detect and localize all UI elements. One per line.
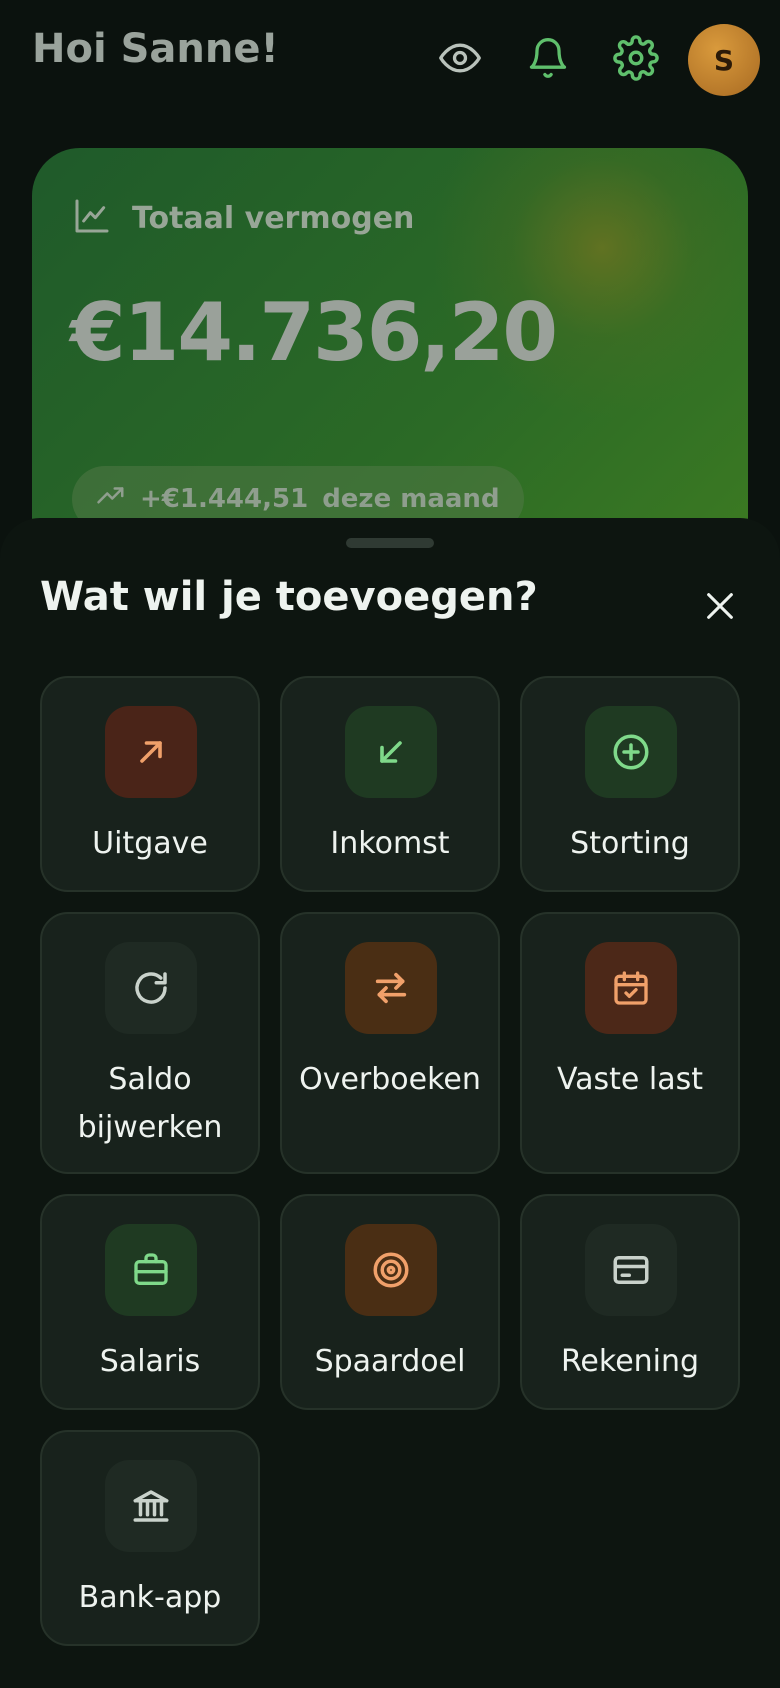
tile-uitgave[interactable]: Uitgave xyxy=(40,676,260,892)
briefcase-icon xyxy=(105,1224,197,1316)
tile-overboeken[interactable]: Overboeken xyxy=(280,912,500,1174)
sheet-handle[interactable] xyxy=(346,538,434,548)
tile-vaste-last[interactable]: Vaste last xyxy=(520,912,740,1174)
bank-icon xyxy=(105,1460,197,1552)
month-change-suffix: deze maand xyxy=(322,484,500,514)
screen: Hoi Sanne! S Totaal vermogen €14.736,20 … xyxy=(0,0,780,1688)
refresh-icon xyxy=(105,942,197,1034)
card-label: Totaal vermogen xyxy=(132,200,415,236)
card-icon xyxy=(585,1224,677,1316)
chart-line-icon xyxy=(72,196,112,240)
tile-label: Saldo bijwerken xyxy=(77,1062,223,1145)
tile-storting[interactable]: Storting xyxy=(520,676,740,892)
greeting: Hoi Sanne! xyxy=(32,26,279,72)
tile-label: Inkomst xyxy=(330,826,450,861)
close-icon xyxy=(703,589,737,627)
month-change-value: +€1.444,51 xyxy=(140,484,309,514)
calendar-check-icon xyxy=(585,942,677,1034)
tile-label: Uitgave xyxy=(92,826,208,861)
card-label-row: Totaal vermogen xyxy=(72,196,414,240)
tile-saldo-bijwerken[interactable]: Saldo bijwerken xyxy=(40,912,260,1174)
bell-icon[interactable] xyxy=(516,26,580,90)
sheet-title: Wat wil je toevoegen? xyxy=(40,574,538,620)
total-amount: €14.736,20 xyxy=(70,286,558,379)
tile-spaardoel[interactable]: Spaardoel xyxy=(280,1194,500,1410)
eye-icon[interactable] xyxy=(428,26,492,90)
header: Hoi Sanne! S xyxy=(0,0,780,130)
tile-label: Rekening xyxy=(560,1344,700,1379)
target-icon xyxy=(345,1224,437,1316)
trend-up-icon xyxy=(96,481,126,518)
avatar[interactable]: S xyxy=(688,24,760,96)
tile-salaris[interactable]: Salaris xyxy=(40,1194,260,1410)
wealth-card[interactable]: Totaal vermogen €14.736,20 +€1.444,51 de… xyxy=(32,148,748,568)
gear-icon[interactable] xyxy=(604,26,668,90)
tile-rekening[interactable]: Rekening xyxy=(520,1194,740,1410)
arrow-down-left-icon xyxy=(345,706,437,798)
tile-label: Salaris xyxy=(99,1344,201,1379)
close-button[interactable] xyxy=(694,582,746,634)
tile-label: Storting xyxy=(570,826,690,861)
add-sheet: Wat wil je toevoegen? Uitgave Inkomst St… xyxy=(0,518,780,1688)
tile-label: Spaardoel xyxy=(314,1344,466,1379)
tile-bank-app[interactable]: Bank-app xyxy=(40,1430,260,1646)
arrow-up-right-icon xyxy=(105,706,197,798)
transfer-icon xyxy=(345,942,437,1034)
tile-inkomst[interactable]: Inkomst xyxy=(280,676,500,892)
tile-label: Overboeken xyxy=(299,1062,481,1097)
tile-label: Bank-app xyxy=(78,1580,222,1615)
tile-label: Vaste last xyxy=(556,1062,704,1097)
plus-circle-icon xyxy=(585,706,677,798)
